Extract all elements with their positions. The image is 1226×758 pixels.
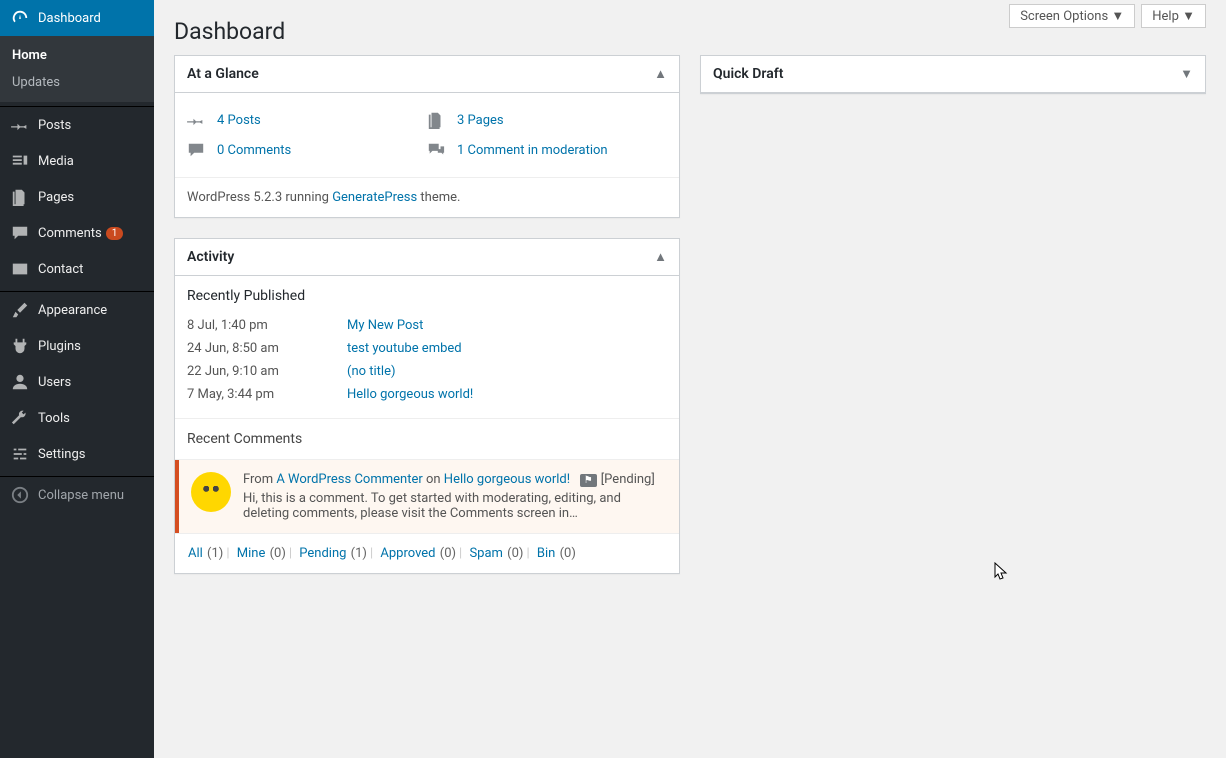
theme-link[interactable]: GeneratePress xyxy=(332,190,417,205)
menu-media[interactable]: Media xyxy=(0,143,154,179)
quick-draft-box: Quick Draft ▼ xyxy=(700,55,1206,94)
published-row: 8 Jul, 1:40 pm My New Post xyxy=(187,314,667,337)
publish-date: 22 Jun, 9:10 am xyxy=(187,364,347,379)
submenu-home[interactable]: Home xyxy=(0,42,154,69)
submenu-updates[interactable]: Updates xyxy=(0,69,154,96)
menu-posts[interactable]: Posts xyxy=(0,107,154,143)
menu-label: Tools xyxy=(38,411,70,426)
menu-comments[interactable]: Comments 1 xyxy=(0,215,154,251)
comment-body: Hi, this is a comment. To get started wi… xyxy=(243,491,667,521)
submenu-dashboard: Home Updates xyxy=(0,36,154,102)
pending-label: [Pending] xyxy=(601,472,655,487)
moderation-icon xyxy=(427,139,449,161)
comment-icon xyxy=(187,139,209,161)
filter-all[interactable]: All xyxy=(188,546,203,561)
collapse-label: Collapse menu xyxy=(38,488,124,503)
post-link[interactable]: My New Post xyxy=(347,318,423,333)
dashboard-icon xyxy=(10,8,30,28)
admin-sidebar: Dashboard Home Updates Posts Media Pages… xyxy=(0,0,154,758)
flag-icon: ⚑ xyxy=(580,474,597,487)
menu-contact[interactable]: Contact xyxy=(0,251,154,287)
at-a-glance-title: At a Glance xyxy=(187,66,259,82)
publish-date: 24 Jun, 8:50 am xyxy=(187,341,347,356)
toggle-up-icon[interactable]: ▲ xyxy=(654,249,667,265)
comments-badge: 1 xyxy=(106,227,124,240)
toggle-down-icon[interactable]: ▼ xyxy=(1180,66,1193,82)
help-button[interactable]: Help ▼ xyxy=(1141,4,1206,28)
avatar xyxy=(191,472,231,512)
collapse-icon xyxy=(10,485,30,505)
filter-approved[interactable]: Approved xyxy=(380,546,435,561)
menu-label: Plugins xyxy=(38,339,81,354)
filter-pending[interactable]: Pending xyxy=(299,546,346,561)
menu-tools[interactable]: Tools xyxy=(0,400,154,436)
pending-comment: From A WordPress Commenter on Hello gorg… xyxy=(175,460,679,533)
comments-count-link[interactable]: 0 Comments xyxy=(217,143,291,158)
commenter-link[interactable]: A WordPress Commenter xyxy=(276,472,422,487)
sliders-icon xyxy=(10,444,30,464)
menu-label: Settings xyxy=(38,447,85,462)
publish-date: 7 May, 3:44 pm xyxy=(187,387,347,402)
menu-label: Pages xyxy=(38,190,74,205)
screen-options-button[interactable]: Screen Options ▼ xyxy=(1009,4,1135,28)
brush-icon xyxy=(10,300,30,320)
filter-spam[interactable]: Spam xyxy=(469,546,503,561)
pages-icon xyxy=(10,187,30,207)
comment-icon xyxy=(10,223,30,243)
activity-box: Activity ▲ Recently Published 8 Jul, 1:4… xyxy=(174,238,680,574)
menu-label: Dashboard xyxy=(38,11,101,26)
menu-label: Users xyxy=(38,375,71,390)
media-icon xyxy=(10,151,30,171)
menu-dashboard[interactable]: Dashboard xyxy=(0,0,154,36)
post-link[interactable]: test youtube embed xyxy=(347,341,462,356)
menu-users[interactable]: Users xyxy=(0,364,154,400)
menu-pages[interactable]: Pages xyxy=(0,179,154,215)
comment-filters: All (1)| Mine (0)| Pending (1)| Approved… xyxy=(175,533,679,573)
moderation-link[interactable]: 1 Comment in moderation xyxy=(457,143,608,158)
post-link[interactable]: Hello gorgeous world! xyxy=(347,387,473,402)
post-link[interactable]: (no title) xyxy=(347,364,396,379)
posts-count-link[interactable]: 4 Posts xyxy=(217,113,261,128)
toggle-up-icon[interactable]: ▲ xyxy=(654,66,667,82)
recent-comments-heading: Recent Comments xyxy=(175,418,679,460)
comment-meta: From A WordPress Commenter on Hello gorg… xyxy=(243,472,667,487)
collapse-menu[interactable]: Collapse menu xyxy=(0,477,154,513)
pin-icon xyxy=(10,115,30,135)
pages-icon xyxy=(427,109,449,131)
menu-label: Media xyxy=(38,154,74,169)
filter-mine[interactable]: Mine xyxy=(237,546,266,561)
at-a-glance-box: At a Glance ▲ 4 Posts 3 Pages xyxy=(174,55,680,218)
user-icon xyxy=(10,372,30,392)
comment-post-link[interactable]: Hello gorgeous world! xyxy=(444,472,570,487)
menu-appearance[interactable]: Appearance xyxy=(0,292,154,328)
quick-draft-title: Quick Draft xyxy=(713,66,783,82)
menu-label: Contact xyxy=(38,262,83,277)
recently-published-heading: Recently Published xyxy=(187,288,667,304)
mail-icon xyxy=(10,259,30,279)
main-content: Screen Options ▼ Help ▼ Dashboard At a G… xyxy=(154,0,1226,758)
wrench-icon xyxy=(10,408,30,428)
menu-label: Posts xyxy=(38,118,71,133)
published-row: 7 May, 3:44 pm Hello gorgeous world! xyxy=(187,383,667,406)
wp-version-text: WordPress 5.2.3 running GeneratePress th… xyxy=(175,177,679,217)
plug-icon xyxy=(10,336,30,356)
pages-count-link[interactable]: 3 Pages xyxy=(457,113,504,128)
menu-plugins[interactable]: Plugins xyxy=(0,328,154,364)
menu-label: Appearance xyxy=(38,303,107,318)
menu-label: Comments xyxy=(38,226,102,241)
menu-settings[interactable]: Settings xyxy=(0,436,154,472)
pin-icon xyxy=(187,109,209,131)
published-row: 22 Jun, 9:10 am (no title) xyxy=(187,360,667,383)
published-row: 24 Jun, 8:50 am test youtube embed xyxy=(187,337,667,360)
filter-bin[interactable]: Bin xyxy=(537,546,555,561)
activity-title: Activity xyxy=(187,249,234,265)
publish-date: 8 Jul, 1:40 pm xyxy=(187,318,347,333)
